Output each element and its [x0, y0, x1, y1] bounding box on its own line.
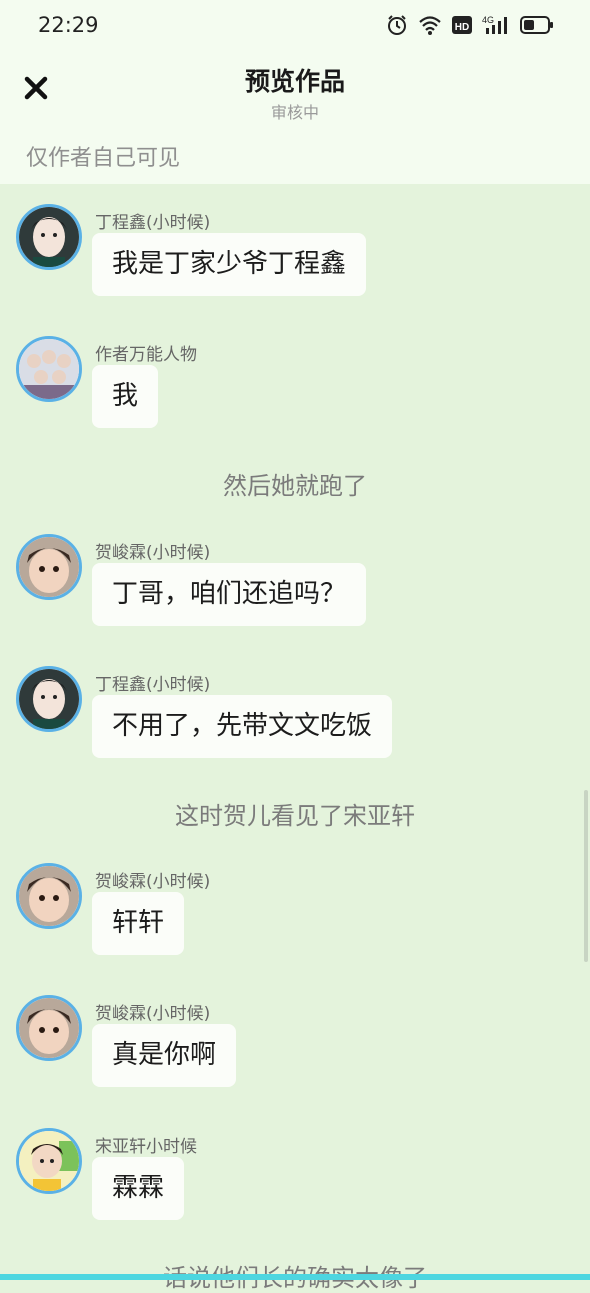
sender-name: 贺峻霖(小时候) [95, 867, 210, 892]
sender-name: 作者万能人物 [95, 340, 197, 365]
sender-name: 贺峻霖(小时候) [95, 538, 210, 563]
message-bubble[interactable]: 我 [92, 365, 158, 428]
wifi-icon [418, 14, 442, 36]
message-bubble[interactable]: 真是你啊 [92, 1024, 236, 1087]
page-title: 预览作品 [0, 62, 590, 98]
chat-list[interactable]: 丁程鑫(小时候) 我是丁家少爷丁程鑫 作者万能人物 我 然后她就跑了 [0, 184, 590, 1280]
avatar-song[interactable] [16, 1128, 82, 1194]
sender-name: 丁程鑫(小时候) [95, 208, 210, 233]
narration-text: 然后她就跑了 [0, 466, 590, 501]
message-bubble[interactable]: 不用了，先带文文吃饭 [92, 695, 392, 758]
message-bubble[interactable]: 霖霖 [92, 1157, 184, 1220]
network-label: 4G [482, 15, 494, 25]
visibility-note: 仅作者自己可见 [26, 140, 180, 172]
message-bubble[interactable]: 轩轩 [92, 892, 184, 955]
avatar-author[interactable] [16, 336, 82, 402]
status-time: 22:29 [38, 13, 99, 37]
signal-4g-icon: 4G [482, 14, 510, 36]
narration-text: 这时贺儿看见了宋亚轩 [0, 796, 590, 831]
review-status: 审核中 [0, 99, 590, 123]
battery-icon [520, 14, 554, 36]
message-bubble[interactable]: 我是丁家少爷丁程鑫 [92, 233, 366, 296]
nav-bar: 预览作品 审核中 [0, 52, 590, 132]
message-bubble[interactable]: 丁哥，咱们还追吗？ [92, 563, 366, 626]
sender-name: 贺峻霖(小时候) [95, 999, 210, 1024]
scrollbar[interactable] [584, 790, 588, 962]
hd-icon: HD [452, 14, 472, 36]
sender-name: 丁程鑫(小时候) [95, 670, 210, 695]
status-icons: HD 4G [386, 14, 554, 36]
avatar-he[interactable] [16, 534, 82, 600]
avatar-he[interactable] [16, 863, 82, 929]
header-area: 22:29 HD 4G [0, 0, 590, 184]
avatar-ding[interactable] [16, 204, 82, 270]
sender-name: 宋亚轩小时候 [95, 1132, 197, 1157]
avatar-he[interactable] [16, 995, 82, 1061]
hd-label: HD [455, 22, 469, 33]
bottom-accent-bar [0, 1274, 590, 1280]
status-bar: 22:29 HD 4G [0, 0, 590, 52]
alarm-icon [386, 14, 408, 36]
avatar-ding[interactable] [16, 666, 82, 732]
